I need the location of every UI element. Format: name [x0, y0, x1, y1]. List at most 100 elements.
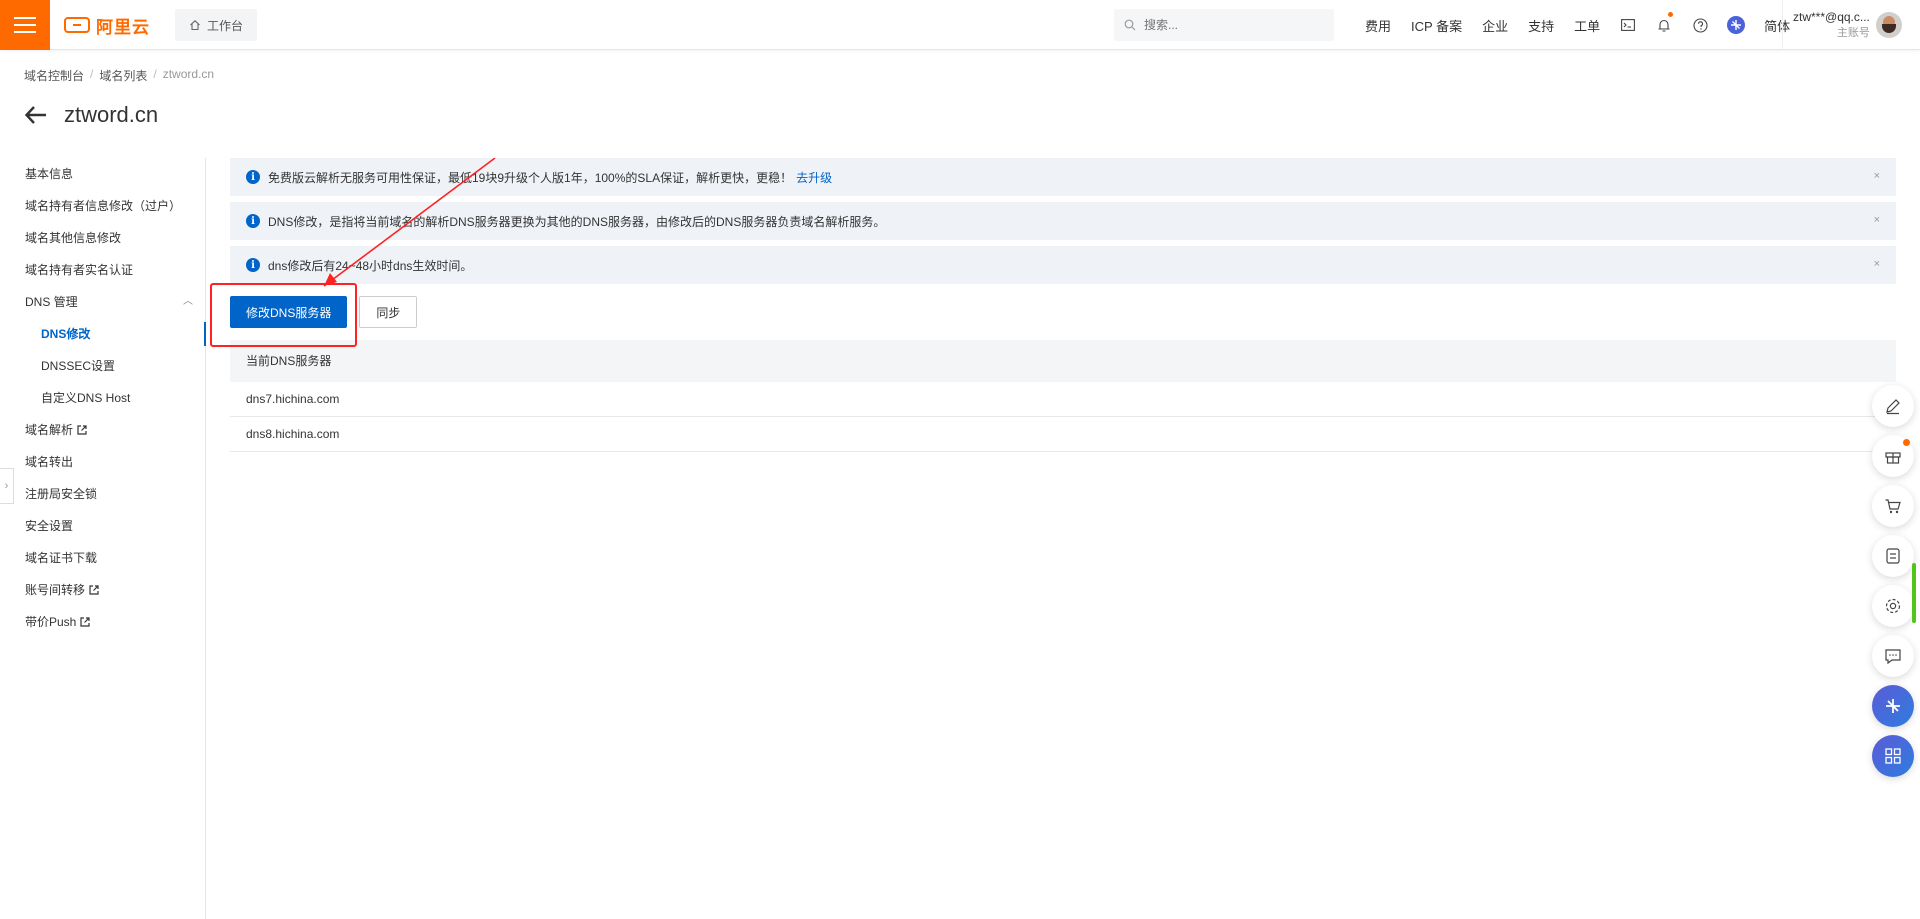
action-buttons: 修改DNS服务器 同步	[230, 296, 1896, 328]
alert-text: DNS修改，是指将当前域名的解析DNS服务器更换为其他的DNS服务器，由修改后的…	[268, 214, 886, 229]
sidebar-item-domain-transfer-out[interactable]: 域名转出	[0, 446, 205, 478]
aliyun-logo-icon	[64, 17, 90, 33]
sidebar-item-dns-modify[interactable]: DNS修改	[0, 318, 206, 350]
search-box[interactable]	[1114, 9, 1334, 41]
breadcrumb-current: ztword.cn	[162, 67, 215, 81]
account-role: 主账号	[1836, 27, 1870, 39]
modify-dns-server-button[interactable]: 修改DNS服务器	[230, 296, 348, 328]
external-link-icon	[77, 425, 87, 435]
terminal-icon[interactable]	[1610, 0, 1646, 50]
table-row: dns7.hichina.com	[230, 382, 1896, 417]
sidebar-item-label: DNS修改	[41, 327, 91, 341]
sidebar-item-label: DNS 管理	[25, 295, 78, 309]
sidebar-item-label: 域名持有者实名认证	[25, 263, 134, 277]
top-nav: 费用 ICP 备案 企业 支持 工单 简体	[1355, 0, 1800, 50]
workbench-label: 工作台	[207, 18, 244, 33]
nav-billing[interactable]: 费用	[1355, 16, 1401, 35]
account-email: ztw***@qq.c...	[1793, 10, 1870, 24]
hamburger-menu-button[interactable]	[0, 0, 50, 50]
sidebar-item-security-settings[interactable]: 安全设置	[0, 510, 205, 542]
home-icon	[190, 20, 200, 31]
app-icon[interactable]	[1872, 535, 1914, 577]
breadcrumb-domain-list[interactable]: 域名列表	[99, 67, 147, 84]
notification-dot	[1668, 12, 1674, 17]
logo-text: 阿里云	[96, 17, 150, 37]
breadcrumb-domain-console[interactable]: 域名控制台	[24, 67, 84, 84]
aliyun-logo[interactable]: 阿里云	[64, 14, 150, 37]
table-header: 当前DNS服务器	[230, 340, 1896, 382]
sidebar-item-label: 账号间转移	[25, 583, 86, 597]
search-icon	[1124, 19, 1136, 31]
settings-gear-icon[interactable]	[1872, 585, 1914, 627]
scroll-indicator	[1912, 563, 1916, 623]
sidebar-item-certificate-download[interactable]: 域名证书下载	[0, 542, 205, 574]
info-icon: i	[246, 258, 260, 272]
ai-assistant-icon[interactable]	[1718, 0, 1754, 50]
dns-server-table: 当前DNS服务器 dns7.hichina.com dns8.hichina.c…	[230, 340, 1896, 452]
alert-dns-effective-time: i dns修改后有24~48小时dns生效时间。 ×	[230, 246, 1896, 284]
account-menu[interactable]: ztw***@qq.c... 主账号	[1782, 0, 1920, 50]
sidebar-item-priced-push[interactable]: 带价Push	[0, 606, 205, 638]
sidebar-item-registry-lock[interactable]: 注册局安全锁	[0, 478, 205, 510]
nav-icp[interactable]: ICP 备案	[1401, 16, 1472, 35]
info-icon: i	[246, 214, 260, 228]
sidebar-item-owner-transfer[interactable]: 域名持有者信息修改（过户）	[0, 190, 205, 222]
sidebar-item-label: 带价Push	[25, 615, 77, 629]
top-navigation-bar: 阿里云 工作台 费用 ICP 备案 企业 支持 工单 简体 ztw***@qq.…	[0, 0, 1920, 50]
breadcrumb-separator: /	[90, 67, 94, 81]
nav-enterprise[interactable]: 企业	[1472, 16, 1518, 35]
help-icon[interactable]	[1682, 0, 1718, 50]
upgrade-link[interactable]: 去升级	[796, 169, 832, 186]
sidebar-item-custom-dns-host[interactable]: 自定义DNS Host	[0, 382, 205, 414]
nav-support[interactable]: 支持	[1518, 16, 1564, 35]
notification-dot	[1903, 439, 1910, 446]
chevron-up-icon: ︿	[183, 296, 193, 307]
alert-text: 免费版云解析无服务可用性保证，最低19块9升级个人版1年，100%的SLA保证，…	[268, 170, 793, 185]
close-icon[interactable]: ×	[1874, 170, 1880, 182]
search-input[interactable]	[1144, 18, 1314, 32]
ai-assistant-float-icon[interactable]	[1872, 685, 1914, 727]
sidebar-item-real-name[interactable]: 域名持有者实名认证	[0, 254, 205, 286]
sidebar-item-label: 域名证书下载	[25, 551, 98, 565]
sidebar: 基本信息 域名持有者信息修改（过户） 域名其他信息修改 域名持有者实名认证 DN…	[0, 158, 206, 919]
close-icon[interactable]: ×	[1874, 214, 1880, 226]
alert-upgrade: i 免费版云解析无服务可用性保证，最低19块9升级个人版1年，100%的SLA保…	[230, 158, 1896, 196]
sidebar-group-dns[interactable]: DNS 管理 ︿	[0, 286, 205, 318]
chevron-right-icon: ›	[4, 480, 9, 492]
sidebar-item-label: DNSSEC设置	[41, 359, 116, 373]
back-arrow-icon[interactable]	[24, 103, 48, 127]
sidebar-collapse-handle[interactable]: ›	[0, 468, 14, 504]
sidebar-item-other-info[interactable]: 域名其他信息修改	[0, 222, 205, 254]
sync-button[interactable]: 同步	[359, 296, 418, 328]
sidebar-item-label: 基本信息	[25, 167, 74, 181]
sidebar-item-dns-resolve[interactable]: 域名解析	[0, 414, 205, 446]
external-link-icon	[80, 617, 90, 627]
page-header: ztword.cn	[24, 102, 158, 128]
workbench-button[interactable]: 工作台	[175, 9, 258, 41]
main-content: i 免费版云解析无服务可用性保证，最低19块9升级个人版1年，100%的SLA保…	[210, 158, 1896, 452]
sidebar-item-label: 域名解析	[25, 423, 74, 437]
alert-dns-info: i DNS修改，是指将当前域名的解析DNS服务器更换为其他的DNS服务器，由修改…	[230, 202, 1896, 240]
page-title: ztword.cn	[64, 102, 159, 127]
nav-ticket[interactable]: 工单	[1564, 16, 1610, 35]
breadcrumb-separator: /	[153, 67, 157, 81]
breadcrumb: 域名控制台 / 域名列表 / ztword.cn	[24, 67, 214, 84]
gift-icon[interactable]	[1872, 435, 1914, 477]
external-link-icon	[89, 585, 99, 595]
sidebar-item-label: 域名持有者信息修改（过户）	[25, 199, 182, 213]
sidebar-item-dnssec[interactable]: DNSSEC设置	[0, 350, 205, 382]
bell-icon[interactable]	[1646, 0, 1682, 50]
edit-icon[interactable]	[1872, 385, 1914, 427]
chat-icon[interactable]	[1872, 635, 1914, 677]
table-row: dns8.hichina.com	[230, 417, 1896, 452]
sidebar-item-basic-info[interactable]: 基本信息	[0, 158, 205, 190]
sidebar-item-label: 域名转出	[25, 455, 74, 469]
apps-grid-icon[interactable]	[1872, 735, 1914, 777]
alert-text: dns修改后有24~48小时dns生效时间。	[268, 258, 473, 273]
sidebar-item-label: 注册局安全锁	[25, 487, 98, 501]
sidebar-item-label: 安全设置	[25, 519, 74, 533]
info-icon: i	[246, 170, 260, 184]
close-icon[interactable]: ×	[1874, 258, 1880, 270]
cart-icon[interactable]	[1872, 485, 1914, 527]
sidebar-item-account-transfer[interactable]: 账号间转移	[0, 574, 205, 606]
